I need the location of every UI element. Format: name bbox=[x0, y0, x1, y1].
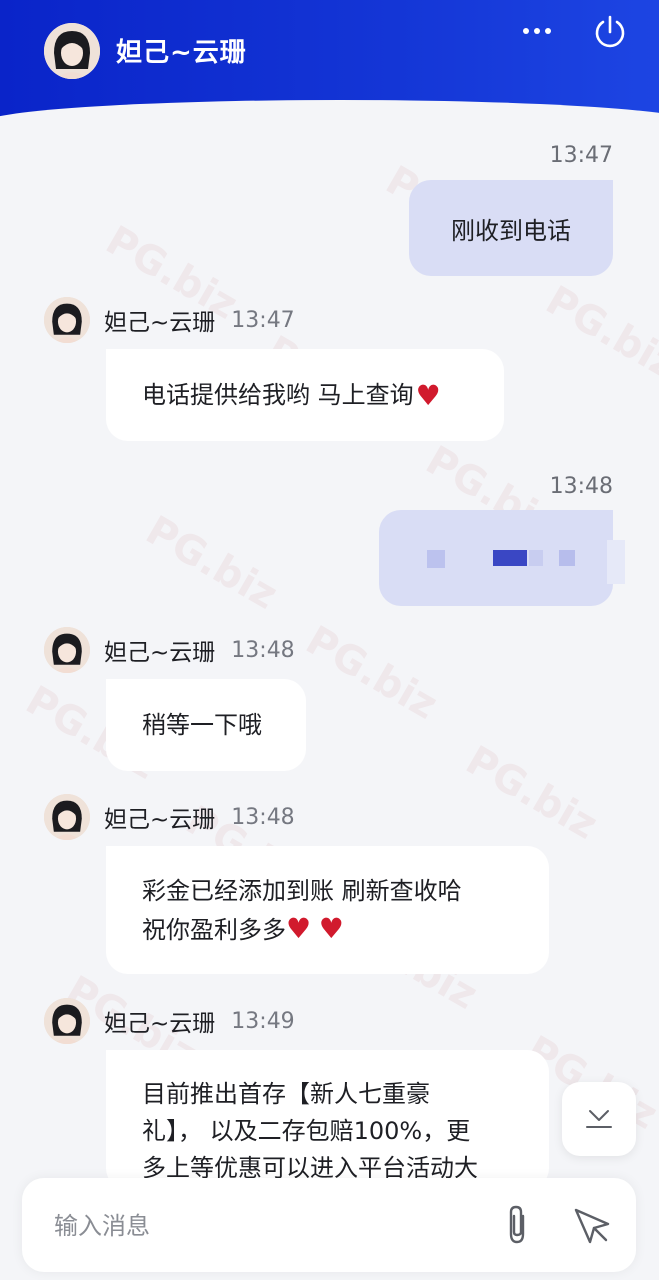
message-header: 妲己~云珊 13:49 bbox=[44, 998, 295, 1044]
message-text: 刚收到电话 bbox=[451, 216, 571, 245]
avatar[interactable] bbox=[44, 297, 90, 343]
outgoing-message-bubble[interactable]: 刚收到电话 bbox=[409, 180, 613, 276]
message-time: 13:47 bbox=[231, 307, 295, 333]
sender-name: 妲己~云珊 bbox=[104, 640, 216, 666]
contact-name: 妲己~云珊 bbox=[116, 38, 247, 68]
heart-icon: ♥ bbox=[318, 912, 344, 945]
chat-header: 妲己~云珊 bbox=[0, 0, 659, 122]
message-time: 13:48 bbox=[231, 637, 295, 663]
message-text-line: 目前推出首存【新人七重豪 bbox=[142, 1080, 430, 1108]
message-input[interactable] bbox=[52, 1202, 476, 1250]
incoming-message-bubble[interactable]: 彩金已经添加到账 刷新查收哈 祝你盈利多多♥ ♥ bbox=[106, 846, 549, 974]
message-text-line: 礼】， 以及二存包赔100%，更 bbox=[142, 1117, 471, 1145]
scroll-to-bottom-icon[interactable] bbox=[562, 1082, 636, 1156]
header-wave-decoration bbox=[0, 100, 659, 122]
sender-name: 妲己~云珊 bbox=[104, 310, 216, 336]
incoming-message-bubble[interactable]: 电话提供给我哟 马上查询 ♥ bbox=[106, 349, 504, 441]
heart-icon: ♥ bbox=[286, 912, 312, 945]
message-text: 电话提供给我哟 马上查询 bbox=[142, 380, 414, 409]
message-composer bbox=[22, 1178, 636, 1272]
power-icon[interactable] bbox=[591, 13, 629, 51]
message-time: 13:47 bbox=[549, 143, 613, 168]
message-time: 13:49 bbox=[231, 1008, 295, 1034]
contact-avatar[interactable] bbox=[44, 23, 100, 79]
paperclip-icon[interactable] bbox=[497, 1202, 537, 1248]
heart-icon: ♥ bbox=[415, 378, 441, 412]
watermark-logo: PG.biz bbox=[458, 737, 605, 849]
message-header: 妲己~云珊 13:48 bbox=[44, 794, 295, 840]
watermark-logo: PG.biz bbox=[538, 277, 659, 389]
message-text: 祝你盈利多多 bbox=[142, 916, 286, 944]
sender-name: 妲己~云珊 bbox=[104, 807, 216, 833]
watermark-logo: PG.biz bbox=[298, 617, 445, 729]
send-icon[interactable] bbox=[570, 1204, 614, 1248]
more-horizontal-icon[interactable] bbox=[515, 14, 559, 48]
message-time: 13:48 bbox=[549, 474, 613, 499]
avatar[interactable] bbox=[44, 794, 90, 840]
incoming-message-bubble[interactable]: 目前推出首存【新人七重豪 礼】， 以及二存包赔100%，更 多上等优惠可以进入平… bbox=[106, 1050, 549, 1190]
sender-name: 妲己~云珊 bbox=[104, 1011, 216, 1037]
message-text: 稍等一下哦 bbox=[142, 710, 262, 739]
message-text-line: 祝你盈利多多♥ ♥ bbox=[142, 910, 513, 949]
avatar[interactable] bbox=[44, 627, 90, 673]
outgoing-message-bubble-redacted[interactable] bbox=[379, 510, 625, 606]
pixelated-content bbox=[379, 510, 625, 606]
avatar[interactable] bbox=[44, 998, 90, 1044]
watermark-logo: PG.biz bbox=[138, 507, 285, 619]
incoming-message-bubble[interactable]: 稍等一下哦 bbox=[106, 679, 306, 771]
message-header: 妲己~云珊 13:47 bbox=[44, 297, 295, 343]
message-time: 13:48 bbox=[231, 804, 295, 830]
message-text-line: 彩金已经添加到账 刷新查收哈 bbox=[142, 877, 462, 905]
message-header: 妲己~云珊 13:48 bbox=[44, 627, 295, 673]
